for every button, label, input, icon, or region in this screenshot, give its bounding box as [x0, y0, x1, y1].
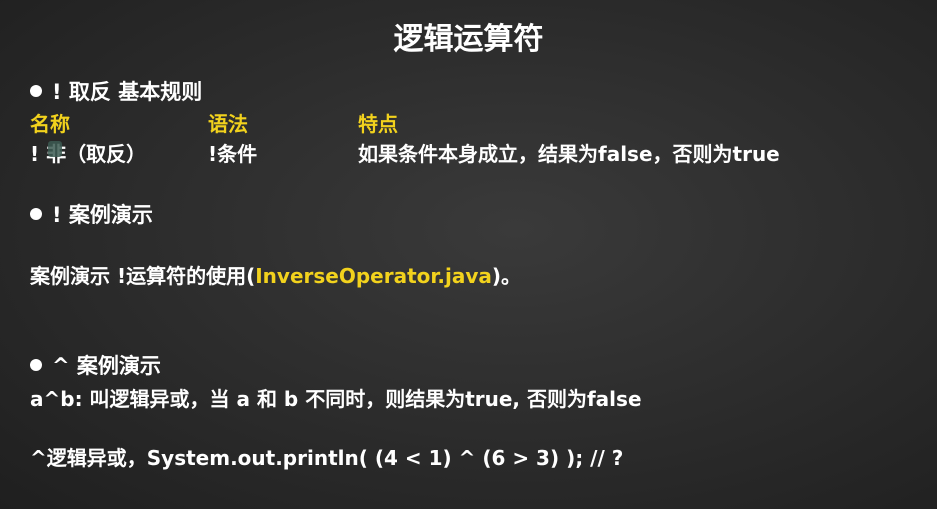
- page-title: 逻辑运算符: [393, 22, 544, 57]
- section1-heading-text: ! 取反 基本规则: [52, 80, 203, 104]
- demo-line-prefix: 案例演示 !运算符的使用(: [30, 264, 256, 288]
- section1-heading: ! 取反 基本规则: [30, 76, 202, 106]
- section2-heading: ! 案例演示: [30, 199, 153, 229]
- row-syntax: !条件: [208, 142, 258, 166]
- demo-file-name: InverseOperator.java: [255, 264, 492, 288]
- section3-heading-text: ^ 案例演示: [52, 354, 161, 378]
- bullet-icon: [30, 208, 42, 220]
- header-name: 名称: [30, 112, 70, 136]
- bullet-icon: [30, 359, 42, 371]
- row-feature: 如果条件本身成立，结果为false，否则为true: [358, 142, 780, 166]
- demo-line: 案例演示 !运算符的使用(InverseOperator.java)。: [30, 260, 521, 289]
- xor-description: a^b: 叫逻辑异或，当 a 和 b 不同时，则结果为true, 否则为fals…: [30, 387, 642, 411]
- xor-example: ^逻辑异或，System.out.println( (4 < 1) ^ (6 >…: [30, 446, 624, 470]
- cursor-smudge: [48, 141, 62, 157]
- header-feature: 特点: [358, 112, 398, 136]
- section2-heading-text: ! 案例演示: [52, 203, 153, 227]
- section3-heading: ^ 案例演示: [30, 350, 161, 380]
- bullet-icon: [30, 85, 42, 97]
- header-syntax: 语法: [208, 112, 248, 136]
- demo-line-suffix: )。: [491, 264, 522, 288]
